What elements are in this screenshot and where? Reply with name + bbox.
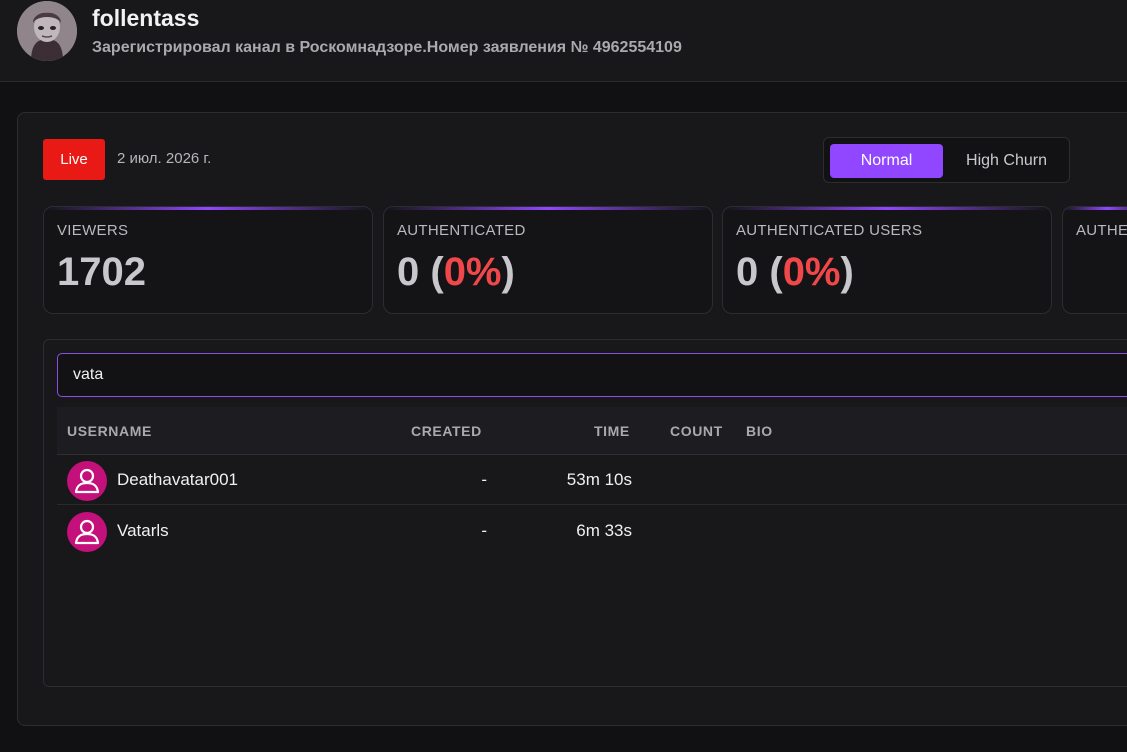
- table-header: USERNAME CREATED TIME COUNT BIO: [57, 407, 1127, 455]
- stat-percent: 0%: [443, 250, 502, 294]
- username-cell[interactable]: Deathavatar001: [117, 470, 238, 490]
- user-icon: [74, 468, 100, 494]
- stat-label: AUTHENTICATED: [397, 222, 526, 239]
- avatar-portrait-icon: [17, 1, 77, 61]
- column-count[interactable]: COUNT: [670, 423, 723, 439]
- stat-value: 0 (0%): [397, 250, 515, 295]
- channel-header: follentass Зарегистрировал канал в Роско…: [0, 0, 1127, 82]
- stat-label: AUTHENTICATED USERS: [736, 222, 923, 239]
- mode-high-churn-button[interactable]: High Churn: [949, 144, 1064, 178]
- stat-label: AUTHE: [1076, 222, 1127, 239]
- mode-normal-button[interactable]: Normal: [830, 144, 943, 178]
- stat-card-partial: AUTHE: [1062, 206, 1127, 314]
- mode-toggle: Normal High Churn: [823, 137, 1070, 183]
- channel-name: follentass: [92, 5, 200, 31]
- stat-value: 0 (0%): [736, 250, 854, 295]
- column-bio[interactable]: BIO: [746, 423, 773, 439]
- user-avatar: [67, 461, 107, 501]
- stat-card-authenticated-users: AUTHENTICATED USERS 0 (0%): [722, 206, 1052, 314]
- stat-card-viewers: VIEWERS 1702: [43, 206, 373, 314]
- stream-date: 2 июл. 2026 г.: [117, 150, 212, 167]
- stat-card-authenticated: AUTHENTICATED 0 (0%): [383, 206, 713, 314]
- table-row[interactable]: Vatarls - 6m 33s: [57, 506, 1127, 556]
- stat-label: VIEWERS: [57, 222, 129, 239]
- time-cell: 6m 33s: [576, 521, 632, 540]
- user-avatar: [67, 512, 107, 552]
- search-input[interactable]: [57, 353, 1127, 397]
- time-cell: 53m 10s: [566, 470, 632, 489]
- stat-paren-close: ): [501, 250, 515, 294]
- column-created[interactable]: CREATED: [411, 423, 482, 439]
- column-time[interactable]: TIME: [594, 423, 630, 439]
- stat-value: 1702: [57, 250, 146, 294]
- channel-avatar[interactable]: [17, 1, 77, 61]
- channel-description: Зарегистрировал канал в Роскомнадзоре.Но…: [92, 39, 682, 56]
- stat-percent: 0%: [782, 250, 841, 294]
- table-row[interactable]: Deathavatar001 - 53m 10s: [57, 455, 1127, 505]
- user-icon: [74, 519, 100, 545]
- stat-paren-close: ): [840, 250, 854, 294]
- stat-number: 0: [397, 250, 420, 294]
- created-cell: -: [481, 521, 487, 540]
- column-username[interactable]: USERNAME: [67, 423, 152, 439]
- created-cell: -: [481, 470, 487, 489]
- stat-paren-open: (: [419, 250, 444, 294]
- stat-number: 0: [736, 250, 759, 294]
- live-badge: Live: [43, 139, 105, 180]
- stat-paren-open: (: [758, 250, 783, 294]
- username-cell[interactable]: Vatarls: [117, 521, 169, 541]
